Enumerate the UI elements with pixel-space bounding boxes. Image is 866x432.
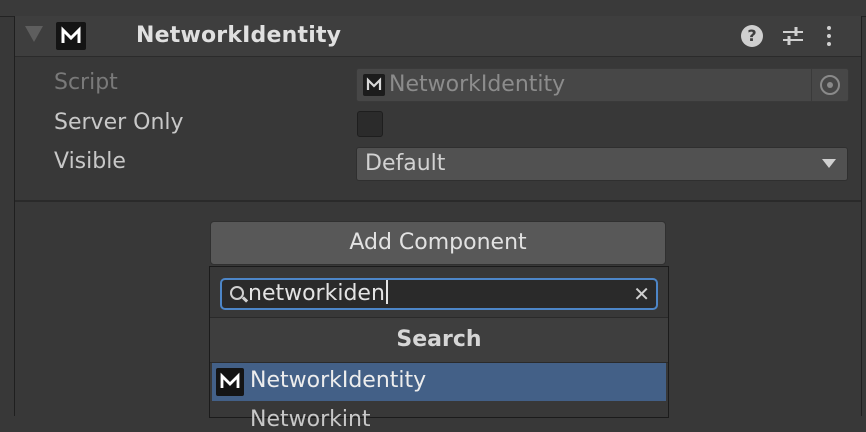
mirror-logo-icon <box>56 22 86 50</box>
script-label: Script <box>54 70 118 95</box>
section-divider <box>15 200 861 202</box>
preset-icon[interactable] <box>781 25 805 47</box>
visible-value: Default <box>365 151 446 176</box>
inspector-top-strip <box>0 0 866 17</box>
component-title: NetworkIdentity <box>136 23 342 48</box>
list-item-label: NetworkIdentity <box>250 368 427 393</box>
inspector-panel: NetworkIdentity ? Script NetworkIdentity… <box>14 16 862 432</box>
list-item-label: Networkint <box>250 407 371 432</box>
component-header[interactable]: NetworkIdentity ? <box>15 16 861 57</box>
server-only-label: Server Only <box>54 110 184 135</box>
object-picker-icon[interactable] <box>811 69 848 101</box>
server-only-checkbox[interactable] <box>357 111 383 137</box>
script-value: NetworkIdentity <box>389 72 566 97</box>
foldout-arrow-icon[interactable] <box>25 26 43 42</box>
script-object-field[interactable]: NetworkIdentity <box>356 68 849 102</box>
text-caret <box>385 280 388 304</box>
mirror-logo-icon <box>363 74 385 96</box>
list-item[interactable]: Networkint <box>212 403 666 432</box>
add-component-popup: networkiden ✕ Search NetworkIdentity Net… <box>209 266 669 432</box>
search-input[interactable]: networkiden ✕ <box>220 278 658 310</box>
visible-dropdown[interactable]: Default <box>356 147 848 181</box>
search-value: networkiden <box>248 281 385 306</box>
mirror-logo-icon <box>216 368 244 396</box>
help-icon[interactable]: ? <box>741 25 763 47</box>
add-component-button[interactable]: Add Component <box>210 221 666 265</box>
clear-icon[interactable]: ✕ <box>633 283 650 305</box>
kebab-menu-icon[interactable] <box>825 24 833 48</box>
chevron-down-icon <box>822 159 836 168</box>
visible-label: Visible <box>54 149 126 174</box>
search-section-title: Search <box>210 317 668 363</box>
search-icon <box>230 286 244 300</box>
list-item[interactable]: NetworkIdentity <box>212 363 666 401</box>
